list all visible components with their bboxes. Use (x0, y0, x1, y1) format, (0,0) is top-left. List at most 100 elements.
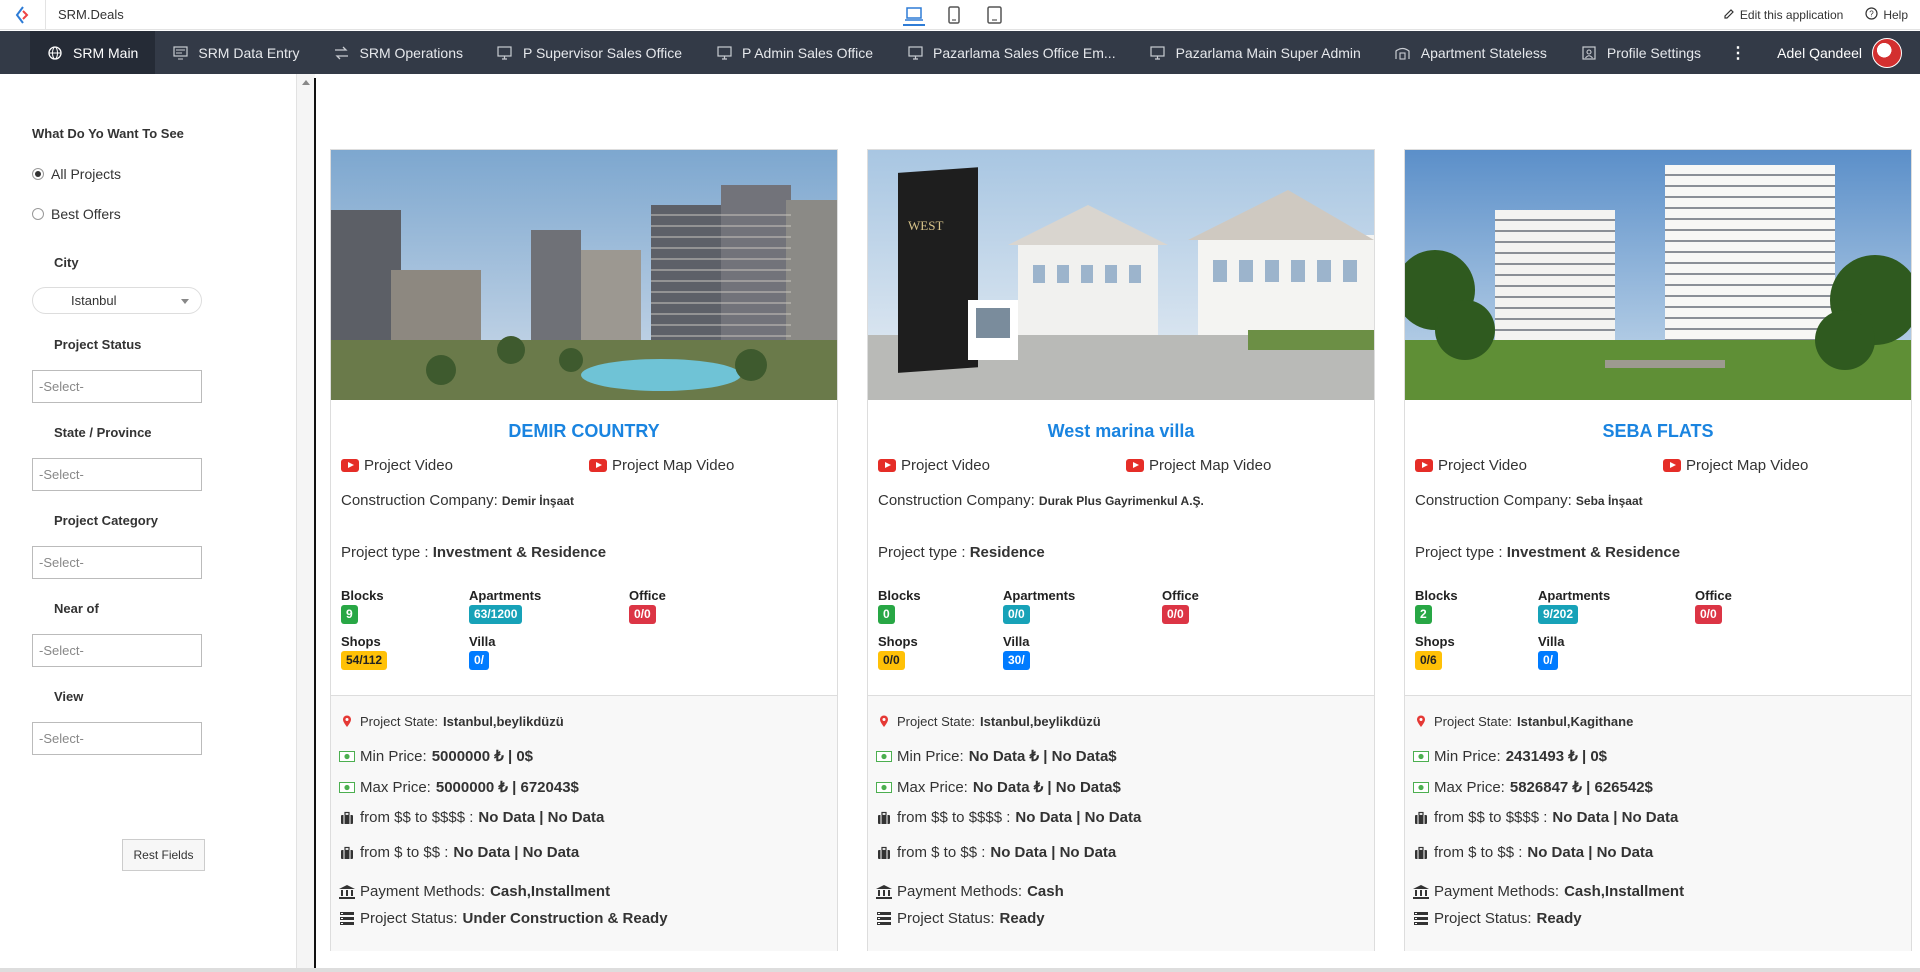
top-bar: SRM.Deals Edit this application ? Help (0, 0, 1920, 30)
placeholder: -Select- (39, 467, 84, 482)
field-label: Construction Company: (878, 492, 1035, 509)
app-logo-icon[interactable] (0, 0, 46, 30)
payment-value: Cash,Installment (1564, 883, 1685, 900)
city-value: Istanbul (71, 293, 117, 308)
field-label: from $ to $$ : (897, 844, 986, 861)
monitor-icon (1150, 45, 1166, 61)
monitor-icon (497, 45, 513, 61)
project-image[interactable]: WEST (868, 150, 1374, 400)
min-price: Min Price: 5000000 ₺ | 0$ (339, 747, 533, 765)
office-label: Office (1695, 588, 1732, 603)
project-video-link[interactable]: Project Video (878, 457, 990, 474)
field-label: Min Price: (1434, 747, 1501, 765)
youtube-icon (878, 459, 896, 472)
tablet-view-icon[interactable] (983, 4, 1005, 26)
radio-best-offers[interactable]: Best Offers (32, 206, 121, 222)
project-map-video-link[interactable]: Project Map Video (1663, 457, 1808, 474)
nav-item-p-admin-sales-office[interactable]: P Admin Sales Office (699, 31, 890, 74)
nav-item-srm-data-entry[interactable]: SRM Data Entry (155, 31, 316, 74)
project-status: Project Status: Ready (1413, 910, 1582, 927)
max-price: Max Price: 5826847 ₺ | 626542$ (1413, 778, 1653, 796)
villa-label: Villa (469, 634, 496, 649)
field-label: Max Price: (360, 778, 431, 796)
max-price: Max Price: No Data ₺ | No Data$ (876, 778, 1121, 796)
luggage-icon (1413, 811, 1429, 825)
max-price: Max Price: 5000000 ₺ | 672043$ (339, 778, 579, 796)
project-status-select[interactable]: -Select- (32, 370, 202, 403)
radio-button[interactable] (32, 208, 44, 220)
mobile-view-icon[interactable] (943, 4, 965, 26)
link-label: Project Map Video (1149, 457, 1272, 474)
more-menu-icon[interactable]: ⋮ (1718, 43, 1758, 63)
nav-item-srm-operations[interactable]: SRM Operations (317, 31, 480, 74)
project-title[interactable]: SEBA FLATS (1405, 421, 1911, 442)
project-image[interactable] (1405, 150, 1911, 400)
sidebar-scrollbar[interactable] (297, 74, 315, 972)
radio-all-projects[interactable]: All Projects (32, 166, 121, 182)
project-title[interactable]: DEMIR COUNTRY (331, 421, 837, 442)
luggage-icon (1413, 846, 1429, 860)
nav-item-srm-main[interactable]: SRM Main (30, 31, 156, 74)
nav-item-apartment-stateless[interactable]: Apartment Stateless (1378, 31, 1564, 74)
user-menu[interactable]: Adel Qandeel (1777, 31, 1902, 74)
field-label: Max Price: (1434, 778, 1505, 796)
min-price-value: 2431493 ₺ | 0$ (1505, 748, 1608, 765)
link-label: Project Video (901, 457, 990, 474)
luggage-icon (876, 811, 892, 825)
device-switcher (903, 4, 1005, 26)
nav-item-pazarlama-sales-office[interactable]: Pazarlama Sales Office Em... (890, 31, 1133, 74)
youtube-icon (341, 459, 359, 472)
monitor-icon (907, 45, 923, 61)
project-title[interactable]: West marina villa (868, 421, 1374, 442)
field-label: Construction Company: (1415, 492, 1572, 509)
project-video-link[interactable]: Project Video (341, 457, 453, 474)
help-link[interactable]: ? Help (1865, 7, 1908, 23)
field-label: Project Status: (360, 910, 458, 927)
edit-application-label: Edit this application (1739, 8, 1844, 22)
project-status-value: Ready (999, 910, 1045, 927)
link-label: Project Map Video (612, 457, 735, 474)
nav-item-pazarlama-main-super-admin[interactable]: Pazarlama Main Super Admin (1133, 31, 1378, 74)
reset-fields-button[interactable]: Rest Fields (122, 839, 205, 871)
scroll-up-icon[interactable] (302, 80, 310, 85)
office-badge: 0/0 (629, 605, 656, 624)
project-details: Project State: Istanbul,beylikdüzü Min P… (868, 695, 1374, 951)
project-card: DEMIR COUNTRY Project Video Project Map … (330, 149, 838, 951)
project-map-video-link[interactable]: Project Map Video (1126, 457, 1271, 474)
placeholder: -Select- (39, 379, 84, 394)
project-type-value: Residence (969, 544, 1045, 561)
payment-value: Cash,Installment (490, 883, 611, 900)
view-select[interactable]: -Select- (32, 722, 202, 755)
city-select[interactable]: Istanbul (32, 287, 202, 314)
blocks-badge: 0 (878, 605, 895, 624)
project-details: Project State: Istanbul,Kagithane Min Pr… (1405, 695, 1911, 951)
horizontal-scrollbar[interactable] (0, 968, 1920, 972)
near-of-select[interactable]: -Select- (32, 634, 202, 667)
field-label: Project State: (897, 714, 976, 729)
nav-label: P Supervisor Sales Office (522, 44, 682, 61)
help-icon: ? (1865, 7, 1878, 23)
apartments-badge: 0/0 (1003, 605, 1030, 624)
radio-button[interactable] (32, 168, 44, 180)
payment-methods: Payment Methods: Cash,Installment (339, 883, 610, 900)
edit-application-link[interactable]: Edit this application (1723, 8, 1843, 23)
project-status-label: Project Status (54, 337, 142, 352)
project-map-video-link[interactable]: Project Map Video (589, 457, 734, 474)
project-card: WEST West marina villa Project Video Pro… (867, 149, 1375, 951)
project-category-select[interactable]: -Select- (32, 546, 202, 579)
project-type-value: Investment & Residence (1506, 544, 1681, 561)
svg-text:WEST: WEST (908, 218, 943, 233)
field-label: Project type : (1415, 544, 1503, 561)
state-province-select[interactable]: -Select- (32, 458, 202, 491)
project-state-value: Istanbul,beylikdüzü (980, 714, 1101, 729)
nav-item-profile-settings[interactable]: Profile Settings (1564, 31, 1718, 74)
construction-company: Construction Company: Demir İnşaat (341, 492, 574, 509)
range-low-value: No Data | No Data (1527, 844, 1654, 861)
villa-label: Villa (1003, 634, 1030, 649)
field-label: from $$ to $$$$ : (897, 809, 1011, 826)
desktop-view-icon[interactable] (903, 4, 925, 26)
nav-item-p-supervisor-sales-office[interactable]: P Supervisor Sales Office (480, 31, 699, 74)
field-label: from $ to $$ : (1434, 844, 1523, 861)
project-video-link[interactable]: Project Video (1415, 457, 1527, 474)
project-image[interactable] (331, 150, 837, 400)
